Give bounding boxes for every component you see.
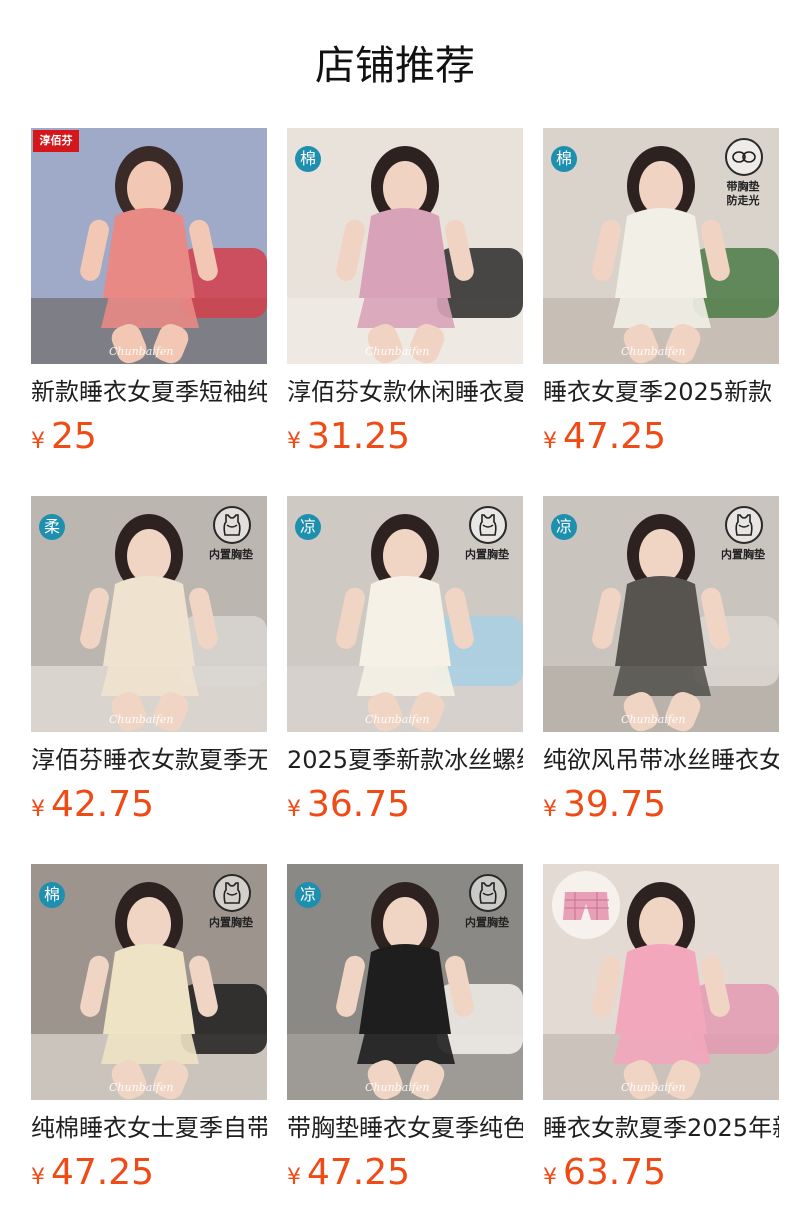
brand-watermark: Chunbaifen xyxy=(621,1081,686,1094)
brand-watermark: Chunbaifen xyxy=(109,345,174,358)
product-image[interactable]: Chunbaifen xyxy=(543,864,779,1100)
brand-watermark: Chunbaifen xyxy=(365,345,430,358)
price-value: 36.75 xyxy=(307,784,411,825)
product-title[interactable]: 淳佰芬睡衣女款夏季无 xyxy=(31,742,267,778)
product-title[interactable]: 纯棉睡衣女士夏季自带 xyxy=(31,1110,267,1146)
material-badge: 凉 xyxy=(295,514,321,540)
tank-top-icon xyxy=(213,506,251,544)
product-photo xyxy=(287,128,523,364)
material-badge: 凉 xyxy=(295,882,321,908)
product-price: ¥42.75 xyxy=(31,780,154,830)
brand-watermark: Chunbaifen xyxy=(621,713,686,726)
price-value: 63.75 xyxy=(563,1152,667,1193)
product-title[interactable]: 2025夏季新款冰丝螺纹 xyxy=(287,742,523,778)
product-title[interactable]: 纯欲风吊带冰丝睡衣女 xyxy=(543,742,779,778)
brand-watermark: Chunbaifen xyxy=(109,1081,174,1094)
product-card[interactable]: 棉 Chunbaifen 淳佰芬女款休闲睡衣夏 ¥31.25 xyxy=(287,128,523,468)
price-value: 47.25 xyxy=(51,1152,155,1193)
currency-symbol: ¥ xyxy=(31,1165,45,1190)
product-price: ¥47.25 xyxy=(287,1148,410,1198)
product-image[interactable]: 柔内置胸垫 Chunbaifen xyxy=(31,496,267,732)
feature-label: 内置胸垫 xyxy=(209,916,253,929)
product-image[interactable]: 凉内置胸垫 Chunbaifen xyxy=(543,496,779,732)
feature-label: 内置胸垫 xyxy=(465,548,509,561)
tank-top-icon xyxy=(469,874,507,912)
feature-label: 带胸垫 防走光 xyxy=(726,180,760,207)
feature-label: 内置胸垫 xyxy=(209,548,253,561)
product-price: ¥36.75 xyxy=(287,780,410,830)
product-price: ¥31.25 xyxy=(287,412,410,462)
currency-symbol: ¥ xyxy=(31,797,45,822)
product-image[interactable]: 棉 Chunbaifen xyxy=(287,128,523,364)
price-value: 25 xyxy=(51,416,97,457)
price-value: 31.25 xyxy=(307,416,411,457)
product-card[interactable]: 凉内置胸垫 Chunbaifen 纯欲风吊带冰丝睡衣女 ¥39.75 xyxy=(543,496,779,836)
price-value: 39.75 xyxy=(563,784,667,825)
currency-symbol: ¥ xyxy=(287,429,301,454)
currency-symbol: ¥ xyxy=(31,429,45,454)
product-price: ¥63.75 xyxy=(543,1148,666,1198)
product-price: ¥47.25 xyxy=(31,1148,154,1198)
tank-top-icon xyxy=(213,874,251,912)
product-card[interactable]: 淳佰芬 Chunbaifen 新款睡衣女夏季短袖纯 ¥25 xyxy=(31,128,267,468)
product-card[interactable]: 凉内置胸垫 Chunbaifen 带胸垫睡衣女夏季纯色 ¥47.25 xyxy=(287,864,523,1204)
product-price: ¥47.25 xyxy=(543,412,666,462)
product-price: ¥25 xyxy=(31,412,97,462)
product-image[interactable]: 凉内置胸垫 Chunbaifen xyxy=(287,496,523,732)
product-card[interactable]: Chunbaifen 睡衣女款夏季2025年新 ¥63.75 xyxy=(543,864,779,1204)
product-title[interactable]: 睡衣女款夏季2025年新 xyxy=(543,1110,779,1146)
product-image[interactable]: 棉带胸垫 防走光 Chunbaifen xyxy=(543,128,779,364)
product-image[interactable]: 凉内置胸垫 Chunbaifen xyxy=(287,864,523,1100)
price-value: 47.25 xyxy=(307,1152,411,1193)
feature-label: 内置胸垫 xyxy=(721,548,765,561)
product-title[interactable]: 新款睡衣女夏季短袖纯 xyxy=(31,374,267,410)
currency-symbol: ¥ xyxy=(287,797,301,822)
brand-watermark: Chunbaifen xyxy=(109,713,174,726)
product-card[interactable]: 凉内置胸垫 Chunbaifen 2025夏季新款冰丝螺纹 ¥36.75 xyxy=(287,496,523,836)
material-badge: 棉 xyxy=(551,146,577,172)
tank-top-icon xyxy=(725,506,763,544)
product-card[interactable]: 棉内置胸垫 Chunbaifen 纯棉睡衣女士夏季自带 ¥47.25 xyxy=(31,864,267,1204)
brand-watermark: Chunbaifen xyxy=(365,1081,430,1094)
currency-symbol: ¥ xyxy=(287,1165,301,1190)
material-badge: 棉 xyxy=(39,882,65,908)
product-title[interactable]: 淳佰芬女款休闲睡衣夏 xyxy=(287,374,523,410)
price-value: 42.75 xyxy=(51,784,155,825)
product-title[interactable]: 睡衣女夏季2025新款 xyxy=(543,374,779,410)
product-card[interactable]: 棉带胸垫 防走光 Chunbaifen 睡衣女夏季2025新款 ¥47.25 xyxy=(543,128,779,468)
material-badge: 柔 xyxy=(39,514,65,540)
feature-label: 内置胸垫 xyxy=(465,916,509,929)
brand-watermark: Chunbaifen xyxy=(365,713,430,726)
product-image[interactable]: 棉内置胸垫 Chunbaifen xyxy=(31,864,267,1100)
product-image[interactable]: 淳佰芬 Chunbaifen xyxy=(31,128,267,364)
currency-symbol: ¥ xyxy=(543,1165,557,1190)
shorts-icon xyxy=(552,871,620,939)
product-price: ¥39.75 xyxy=(543,780,666,830)
product-title[interactable]: 带胸垫睡衣女夏季纯色 xyxy=(287,1110,523,1146)
product-grid: 淳佰芬 Chunbaifen 新款睡衣女夏季短袖纯 ¥25 棉 Chunbaif… xyxy=(0,0,790,1232)
currency-symbol: ¥ xyxy=(543,429,557,454)
material-badge: 棉 xyxy=(295,146,321,172)
product-card[interactable]: 柔内置胸垫 Chunbaifen 淳佰芬睡衣女款夏季无 ¥42.75 xyxy=(31,496,267,836)
tank-top-icon xyxy=(469,506,507,544)
bra-pad-icon xyxy=(725,138,763,176)
currency-symbol: ¥ xyxy=(543,797,557,822)
product-photo xyxy=(31,128,267,364)
price-value: 47.25 xyxy=(563,416,667,457)
brand-logo: 淳佰芬 xyxy=(33,130,79,152)
material-badge: 凉 xyxy=(551,514,577,540)
brand-watermark: Chunbaifen xyxy=(621,345,686,358)
